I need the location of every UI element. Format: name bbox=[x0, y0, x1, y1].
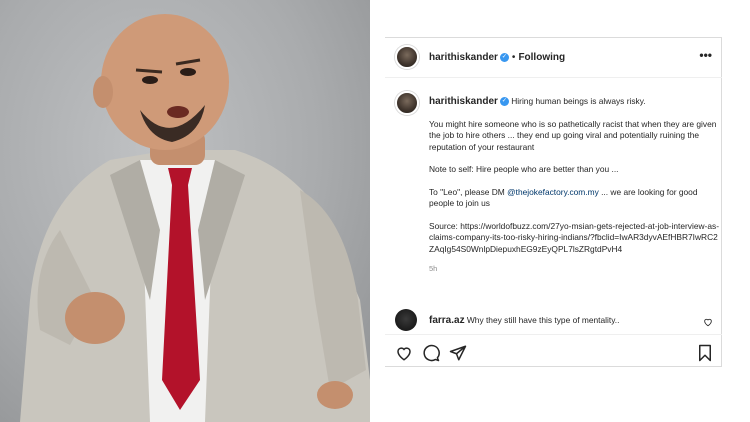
comment-username[interactable]: farra.az bbox=[429, 315, 465, 326]
post-panel: harithiskander ✓ • Following ••• harithiska… bbox=[385, 37, 722, 367]
caption-paragraph-1: You might hire someone who is so patheti… bbox=[429, 118, 717, 152]
caption-paragraph-2: Note to self: Hire people who are better… bbox=[429, 164, 619, 174]
share-icon[interactable] bbox=[449, 344, 467, 367]
man-in-suit-illustration bbox=[20, 14, 370, 422]
post-header: harithiskander ✓ • Following ••• bbox=[385, 38, 722, 78]
more-options-icon[interactable]: ••• bbox=[699, 48, 712, 62]
caption-p3-before: To "Leo", please DM bbox=[429, 186, 508, 197]
post-photo bbox=[0, 0, 370, 422]
comment-avatar[interactable] bbox=[395, 309, 417, 331]
action-bar bbox=[385, 334, 722, 368]
caption-paragraph-3: To "Leo", please DM @thejokefactory.com.… bbox=[429, 187, 719, 210]
verified-badge-icon: ✓ bbox=[499, 52, 509, 62]
header-separator: • bbox=[511, 52, 516, 63]
comment-row: farra.az Why they still have this type o… bbox=[429, 315, 699, 326]
caption-verified-badge-icon: ✓ bbox=[499, 97, 509, 107]
post-caption: harithiskander ✓ Hiring human beings is a… bbox=[429, 96, 719, 275]
header-name-row: harithiskander ✓ • Following bbox=[429, 52, 565, 63]
caption-avatar[interactable] bbox=[395, 91, 419, 115]
comment-text: Why they still have this type of mentali… bbox=[466, 315, 620, 325]
header-avatar[interactable] bbox=[395, 45, 419, 69]
comment-icon[interactable] bbox=[422, 344, 440, 367]
header-username[interactable]: harithiskander bbox=[429, 52, 498, 63]
comment-like-heart-icon[interactable] bbox=[703, 314, 713, 332]
heart-icon[interactable] bbox=[395, 344, 413, 367]
mention-link[interactable]: @thejokefactory.com.my bbox=[507, 187, 599, 197]
caption-source: Source: https://worldofbuzz.com/27yo-msi… bbox=[429, 220, 719, 254]
bookmark-icon[interactable] bbox=[696, 344, 714, 367]
following-button[interactable]: Following bbox=[518, 52, 565, 63]
caption-username[interactable]: harithiskander bbox=[429, 96, 498, 107]
post-timestamp[interactable]: 5h bbox=[429, 263, 719, 275]
caption-lead-text: Hiring human beings is always risky. bbox=[511, 96, 646, 106]
caption-lead-row: harithiskander ✓ Hiring human beings is a… bbox=[429, 96, 719, 108]
